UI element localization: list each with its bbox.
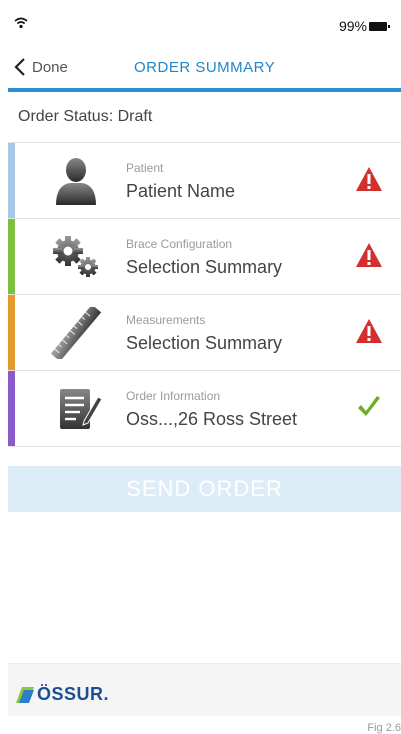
send-order-label: SEND ORDER [126, 476, 283, 501]
warning-icon [356, 319, 382, 343]
row-color-bar [8, 219, 15, 294]
order-status-text: Order Status: Draft [18, 108, 153, 125]
battery-icon [369, 22, 387, 31]
row-value: Selection Summary [126, 257, 283, 277]
done-label: Done [32, 58, 68, 76]
row-subtitle: Measurements [126, 313, 206, 327]
nav-divider [8, 88, 401, 92]
brace-configuration-row[interactable]: Brace Configuration Selection Summary [8, 219, 401, 295]
checkmark-icon [358, 396, 380, 416]
logo-mark-icon [16, 686, 34, 703]
measurements-row[interactable]: Measurements Selection Summary [8, 295, 401, 371]
order-information-row[interactable]: Order Information Oss...,26 Ross Street [8, 371, 401, 447]
row-value: Selection Summary [126, 333, 283, 353]
battery-percentage: 99% [338, 18, 367, 34]
wifi-icon [14, 17, 28, 29]
row-color-bar [8, 295, 15, 370]
send-order-button[interactable]: SEND ORDER [8, 466, 401, 512]
row-subtitle: Brace Configuration [126, 237, 233, 251]
order-sections-list: Patient Patient Name Brace Configuration… [8, 142, 401, 447]
person-icon [56, 158, 96, 205]
status-bar: 99% [8, 14, 401, 38]
warning-icon [356, 243, 382, 267]
logo-text: ÖSSUR. [37, 684, 110, 704]
row-color-bar [8, 143, 15, 218]
ossur-logo: ÖSSUR. [16, 684, 109, 705]
navigation-bar: Done ORDER SUMMARY [8, 50, 401, 84]
row-value: Patient Name [126, 181, 236, 201]
notepad-icon [60, 389, 103, 429]
chevron-left-icon [14, 58, 25, 76]
row-subtitle: Patient [126, 161, 164, 175]
footer: ÖSSUR. [8, 663, 401, 716]
row-color-bar [8, 371, 15, 446]
figure-caption: Fig 2.6 [367, 722, 401, 734]
row-subtitle: Order Information [126, 389, 221, 403]
app-screen: 99% Done ORDER SUMMARY Order Status: Dra… [8, 0, 401, 733]
patient-row[interactable]: Patient Patient Name [8, 142, 401, 219]
row-value: Oss...,26 Ross Street [126, 409, 298, 429]
gears-icon [53, 236, 98, 277]
battery-tip [388, 25, 390, 28]
page-title: ORDER SUMMARY [134, 59, 276, 76]
warning-icon [356, 167, 382, 191]
ruler-icon [50, 307, 102, 359]
done-back-button[interactable]: Done [14, 54, 68, 80]
